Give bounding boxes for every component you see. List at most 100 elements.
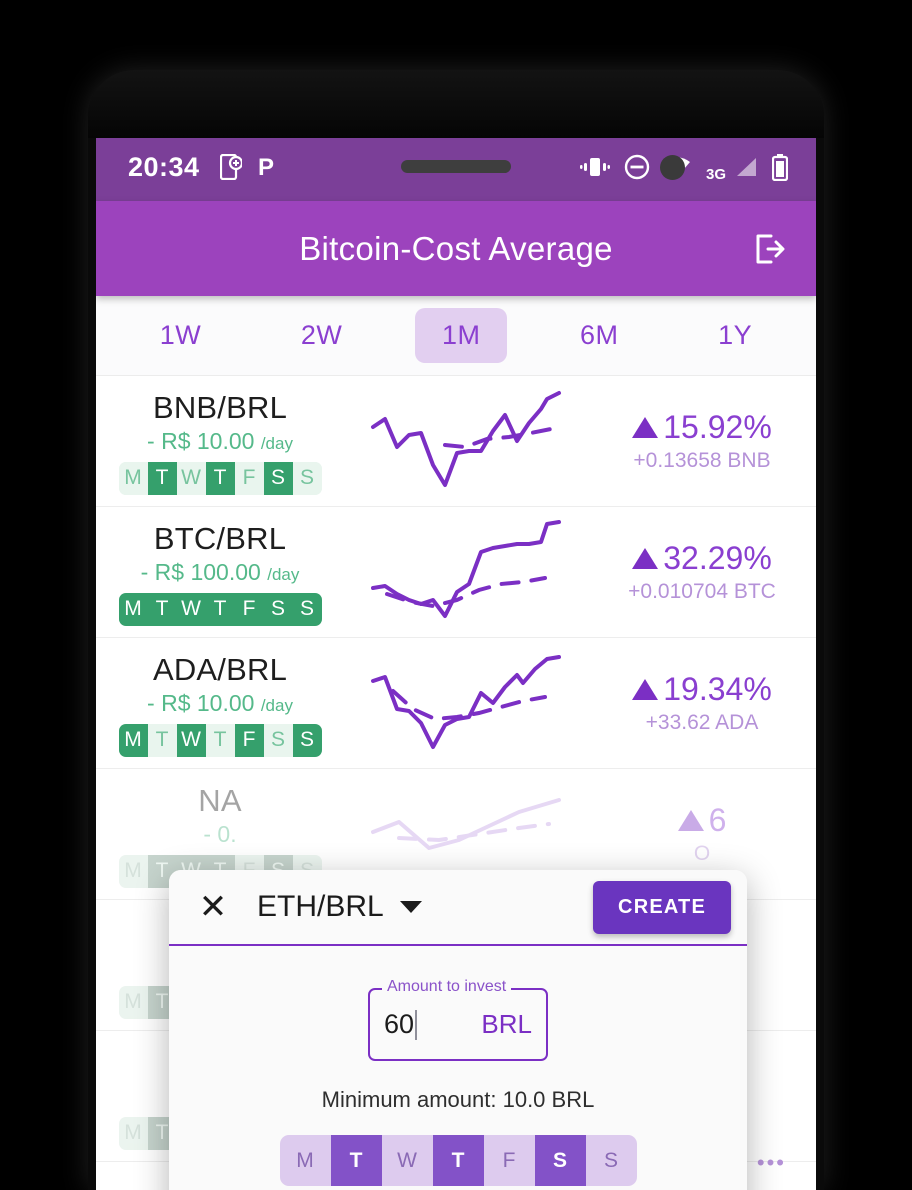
dialog-day-selector: MTWTFSS bbox=[279, 1135, 637, 1186]
percent-value: 19.34% bbox=[663, 671, 772, 707]
day-cell[interactable]: F bbox=[234, 723, 264, 757]
pair-name: ADA/BRL bbox=[152, 651, 288, 687]
day-cell[interactable]: S bbox=[292, 592, 322, 626]
dialog-day-toggle[interactable]: S bbox=[534, 1135, 586, 1186]
day-cell[interactable]: W bbox=[176, 723, 206, 757]
close-icon[interactable]: ✕ bbox=[191, 885, 235, 929]
day-cell[interactable]: T bbox=[147, 592, 177, 626]
price-line bbox=[370, 390, 561, 487]
dialog-day-toggle[interactable]: T bbox=[330, 1135, 382, 1186]
performance-summary: 32.29% +0.010704 BTC bbox=[596, 540, 808, 604]
dialog-day-toggle[interactable]: T bbox=[432, 1135, 484, 1186]
logout-icon[interactable] bbox=[746, 226, 792, 272]
day-selector[interactable]: MTWTFSS bbox=[118, 723, 322, 757]
daily-amount-value: - 0. bbox=[203, 820, 237, 847]
trend-up-icon bbox=[632, 417, 659, 438]
minimum-amount-text: Minimum amount: 10.0 BRL bbox=[321, 1087, 595, 1112]
day-cell[interactable]: T bbox=[147, 723, 177, 757]
do-not-disturb-icon bbox=[624, 154, 650, 180]
day-selector[interactable]: MTWTFSS bbox=[118, 592, 322, 626]
day-cell[interactable]: T bbox=[205, 592, 235, 626]
investment-summary: ADA/BRL - R$ 10.00 /day M T W T F S S bbox=[104, 650, 336, 757]
day-cell[interactable]: M bbox=[118, 592, 148, 626]
pair-name: NA bbox=[198, 782, 242, 818]
day-selector[interactable]: MTWTFSS bbox=[118, 461, 322, 495]
period-tab-1w[interactable]: 1W bbox=[133, 308, 229, 363]
day-cell[interactable]: S bbox=[292, 723, 322, 757]
day-cell[interactable]: M bbox=[118, 854, 148, 888]
day-cell[interactable]: M bbox=[118, 1116, 148, 1150]
currency-suffix: BRL bbox=[481, 1009, 532, 1039]
dialog-day-toggle[interactable]: M bbox=[279, 1135, 331, 1186]
amount-to-invest-field[interactable]: Amount to invest 60 BRL bbox=[368, 978, 548, 1061]
price-line bbox=[370, 519, 561, 618]
amount-field-label: Amount to invest bbox=[382, 978, 512, 996]
day-cell[interactable]: S bbox=[263, 461, 293, 495]
per-day-suffix: /day bbox=[260, 433, 293, 453]
pair-name: BTC/BRL bbox=[153, 520, 287, 556]
daily-amount-value: - R$ 10.00 bbox=[147, 689, 255, 716]
day-cell[interactable]: M bbox=[118, 461, 148, 495]
percent-change: 19.34% bbox=[632, 671, 772, 708]
daily-amount-value: - R$ 100.00 bbox=[140, 558, 261, 585]
phone-frame: 20:34 P 3G Bitcoin-Cost Average 1W 2W 1M… bbox=[88, 70, 824, 1190]
day-cell[interactable]: W bbox=[176, 461, 206, 495]
network-type-label: 3G bbox=[705, 165, 726, 183]
dialog-day-toggle[interactable]: S bbox=[585, 1135, 637, 1186]
investment-row[interactable]: ADA/BRL - R$ 10.00 /day M T W T F S S 19.34% +33.6… bbox=[96, 638, 816, 769]
day-cell[interactable]: M bbox=[118, 985, 148, 1019]
coin-gain: +0.010704 BTC bbox=[628, 580, 776, 603]
day-cell[interactable]: S bbox=[292, 461, 322, 495]
pair-select-dropdown[interactable]: ETH/BRL bbox=[257, 890, 423, 924]
day-cell[interactable]: F bbox=[234, 592, 264, 626]
create-button[interactable]: CREATE bbox=[593, 880, 731, 934]
svg-text:P: P bbox=[258, 154, 274, 180]
dialog-day-toggle[interactable]: F bbox=[483, 1135, 535, 1186]
per-day-suffix: /day bbox=[260, 695, 293, 715]
average-line bbox=[442, 426, 553, 449]
price-line bbox=[370, 654, 561, 749]
trend-up-icon bbox=[632, 548, 659, 569]
period-tab-1m[interactable]: 1M bbox=[414, 308, 508, 363]
dialog-day-toggle[interactable]: W bbox=[381, 1135, 433, 1186]
percent-value: 6 bbox=[708, 802, 727, 838]
day-cell[interactable]: M bbox=[118, 723, 148, 757]
trend-up-icon bbox=[632, 679, 659, 700]
period-tab-2w[interactable]: 2W bbox=[274, 308, 370, 363]
overflow-menu-icon[interactable]: ••• bbox=[757, 1150, 786, 1176]
amount-input[interactable]: 60 bbox=[384, 1009, 414, 1040]
daily-amount: - R$ 10.00 /day bbox=[147, 428, 293, 455]
price-line bbox=[370, 797, 561, 850]
signal-icon bbox=[737, 158, 756, 176]
investment-summary: BNB/BRL - R$ 10.00 /day M T W T F S S bbox=[104, 388, 336, 495]
day-cell[interactable]: S bbox=[263, 592, 293, 626]
period-tabs: 1W 2W 1M 6M 1Y bbox=[96, 296, 816, 376]
investment-row[interactable]: BNB/BRL - R$ 10.00 /day M T W T F S S 15.92% +0.13… bbox=[96, 376, 816, 507]
percent-value: 15.92% bbox=[663, 409, 772, 445]
screenshot-icon bbox=[219, 154, 242, 180]
percent-change: 15.92% bbox=[632, 409, 772, 446]
percent-change: 6 bbox=[677, 802, 727, 839]
day-cell[interactable]: F bbox=[234, 461, 264, 495]
day-cell[interactable]: T bbox=[205, 723, 235, 757]
period-tab-6m[interactable]: 6M bbox=[553, 308, 646, 363]
investment-row[interactable]: BTC/BRL - R$ 100.00 /day M T W T F S S 32.29% +0.0… bbox=[96, 507, 816, 638]
pair-select-value: ETH/BRL bbox=[257, 890, 384, 923]
day-cell[interactable]: T bbox=[147, 461, 177, 495]
dialog-header: ✕ ETH/BRL CREATE bbox=[169, 870, 747, 946]
daily-amount: - 0. bbox=[203, 821, 236, 848]
day-cell[interactable]: W bbox=[176, 592, 206, 626]
app-bar: Bitcoin-Cost Average bbox=[96, 201, 816, 296]
day-cell[interactable]: S bbox=[263, 723, 293, 757]
trend-up-icon bbox=[677, 810, 704, 831]
text-cursor bbox=[415, 1009, 418, 1040]
period-tab-1y[interactable]: 1Y bbox=[691, 308, 779, 363]
performance-summary: 19.34% +33.62 ADA bbox=[596, 671, 808, 735]
daily-amount-value: - R$ 10.00 bbox=[147, 427, 255, 454]
performance-summary: 15.92% +0.13658 BNB bbox=[596, 409, 808, 473]
daily-amount: - R$ 10.00 /day bbox=[147, 690, 293, 717]
front-camera-icon bbox=[660, 155, 685, 180]
day-cell[interactable]: T bbox=[205, 461, 235, 495]
per-day-suffix: /day bbox=[267, 564, 300, 584]
pair-name: BNB/BRL bbox=[152, 389, 288, 425]
